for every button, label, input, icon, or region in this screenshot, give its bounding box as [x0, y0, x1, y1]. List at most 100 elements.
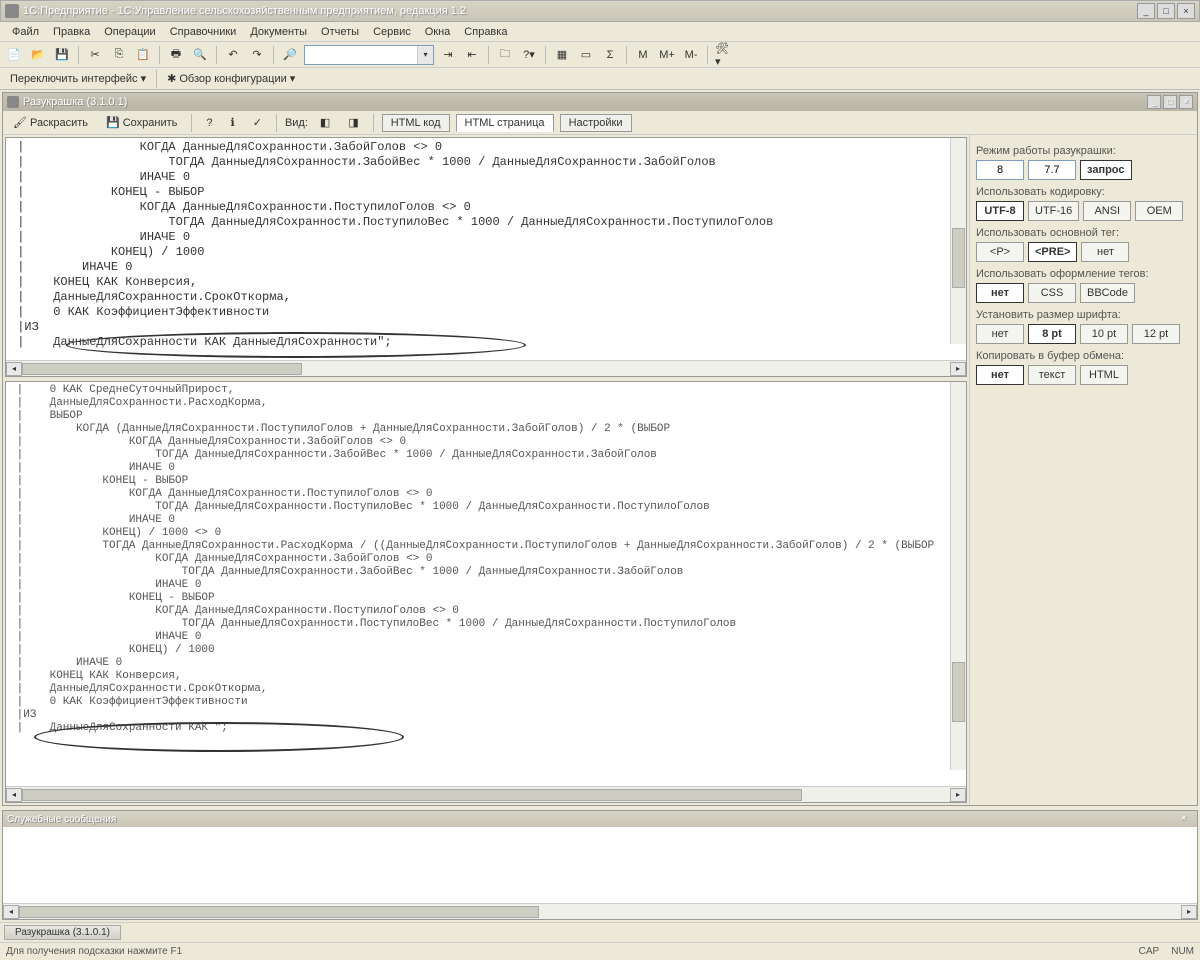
tagfmt-css[interactable]: CSS	[1028, 283, 1076, 303]
colorize-button[interactable]: 🖌 Раскрасить	[7, 114, 94, 131]
menu-reports[interactable]: Отчеты	[315, 24, 365, 40]
status-hint: Для получения подсказки нажмите F1	[6, 946, 182, 957]
find-icon[interactable]: 🔎	[280, 45, 300, 65]
mem-m[interactable]: М	[633, 45, 653, 65]
mode-label: Режим работы разукрашки:	[976, 145, 1191, 157]
hscroll-top[interactable]: ◂ ▸	[6, 360, 966, 376]
menu-operations[interactable]: Операции	[98, 24, 161, 40]
find-prev-icon[interactable]: ⇤	[462, 45, 482, 65]
maximize-button[interactable]: □	[1157, 3, 1175, 19]
font-label: Установить размер шрифта:	[976, 309, 1191, 321]
font-12pt[interactable]: 12 pt	[1132, 324, 1180, 344]
tagfmt-label: Использовать оформление тегов:	[976, 268, 1191, 280]
print-icon[interactable]: 🖶	[166, 45, 186, 65]
config-overview-button[interactable]: ✱ Обзор конфигурации ▾	[163, 70, 299, 87]
settings-panel: Режим работы разукрашки: запрос Использо…	[969, 135, 1197, 805]
app-icon	[5, 4, 19, 18]
search-combo[interactable]: ▾	[304, 45, 434, 65]
vscroll-bottom[interactable]	[950, 382, 966, 770]
tab-settings[interactable]: Настройки	[560, 114, 632, 132]
mem-mminus[interactable]: М-	[681, 45, 701, 65]
enc-ansi[interactable]: ANSI	[1083, 201, 1131, 221]
encoding-label: Использовать кодировку:	[976, 186, 1191, 198]
menu-edit[interactable]: Правка	[47, 24, 96, 40]
save-icon[interactable]: 💾	[52, 45, 72, 65]
interface-toolbar: Переключить интерфейс ▾ ✱ Обзор конфигур…	[0, 68, 1200, 90]
code-pane-bottom[interactable]: | 0 КАК СреднеСуточныйПрирост, | ДанныеД…	[5, 381, 967, 803]
tag-pre[interactable]: <PRE>	[1028, 242, 1077, 262]
close-button[interactable]: ×	[1177, 3, 1195, 19]
messages-close[interactable]: ×	[1181, 813, 1193, 825]
sigma-icon[interactable]: Σ	[600, 45, 620, 65]
open-icon[interactable]: 📂	[28, 45, 48, 65]
code-bottom-text: | 0 КАК СреднеСуточныйПрирост, | ДанныеД…	[6, 382, 966, 737]
mode-input1[interactable]	[976, 160, 1024, 180]
new-doc-icon[interactable]: 📄	[4, 45, 24, 65]
clip-none[interactable]: нет	[976, 365, 1024, 385]
messages-hscroll[interactable]: ◂ ▸	[3, 903, 1197, 919]
tagfmt-none[interactable]: нет	[976, 283, 1024, 303]
child-titlebar: Разукрашка (3.1.0.1) _ □ ×	[3, 93, 1197, 111]
tag-none[interactable]: нет	[1081, 242, 1129, 262]
status-bar: Для получения подсказки нажмите F1 CAP N…	[0, 942, 1200, 960]
menu-windows[interactable]: Окна	[419, 24, 457, 40]
redo-icon[interactable]: ↷	[247, 45, 267, 65]
child-icon	[7, 96, 19, 108]
save-button[interactable]: 💾 Сохранить	[100, 114, 183, 131]
menu-file[interactable]: Файл	[6, 24, 45, 40]
messages-body[interactable]	[3, 827, 1197, 903]
hscroll-bottom[interactable]: ◂ ▸	[6, 786, 966, 802]
paste-icon[interactable]: 📋	[133, 45, 153, 65]
child-maximize[interactable]: □	[1163, 95, 1177, 109]
child-title: Разукрашка (3.1.0.1)	[23, 96, 127, 108]
check-button[interactable]: ✓	[247, 114, 268, 131]
minimize-button[interactable]: _	[1137, 3, 1155, 19]
folder-icon[interactable]: 🗀	[495, 45, 515, 65]
status-cap: CAP	[1139, 946, 1160, 957]
font-8pt[interactable]: 8 pt	[1028, 324, 1076, 344]
cut-icon[interactable]: ✂	[85, 45, 105, 65]
app-title: 1С:Предприятие - 1С:Управление сельскохо…	[23, 5, 1137, 17]
clip-text[interactable]: текст	[1028, 365, 1076, 385]
switch-interface-dropdown[interactable]: Переключить интерфейс ▾	[6, 70, 150, 87]
menu-directories[interactable]: Справочники	[164, 24, 243, 40]
messages-title: Служебные сообщения	[7, 814, 116, 825]
messages-panel: Служебные сообщения × ◂ ▸	[2, 810, 1198, 920]
preview-icon[interactable]: 🔍	[190, 45, 210, 65]
select-icon[interactable]: ▭	[576, 45, 596, 65]
menu-service[interactable]: Сервис	[367, 24, 417, 40]
help-dropdown-icon[interactable]: ?▾	[519, 45, 539, 65]
font-none[interactable]: нет	[976, 324, 1024, 344]
child-close[interactable]: ×	[1179, 95, 1193, 109]
find-next-icon[interactable]: ⇥	[438, 45, 458, 65]
grid-icon[interactable]: ▦	[552, 45, 572, 65]
tagfmt-bbcode[interactable]: BBCode	[1080, 283, 1135, 303]
task-item[interactable]: Разукрашка (3.1.0.1)	[4, 925, 121, 940]
enc-oem[interactable]: OEM	[1135, 201, 1183, 221]
child-minimize[interactable]: _	[1147, 95, 1161, 109]
help-button[interactable]: ?	[200, 115, 218, 131]
menu-help[interactable]: Справка	[458, 24, 513, 40]
undo-icon[interactable]: ↶	[223, 45, 243, 65]
tab-html-page[interactable]: HTML страница	[456, 114, 554, 132]
enc-utf16[interactable]: UTF-16	[1028, 201, 1079, 221]
window-taskbar: Разукрашка (3.1.0.1)	[0, 922, 1200, 942]
mode-input2[interactable]	[1028, 160, 1076, 180]
status-num: NUM	[1171, 946, 1194, 957]
menu-documents[interactable]: Документы	[244, 24, 313, 40]
tab-html-code[interactable]: HTML код	[382, 114, 450, 132]
info-button[interactable]: ℹ	[225, 114, 241, 131]
font-10pt[interactable]: 10 pt	[1080, 324, 1128, 344]
view-tool1[interactable]: ◧	[314, 114, 336, 131]
vscroll-top[interactable]	[950, 138, 966, 344]
mem-mplus[interactable]: М+	[657, 45, 677, 65]
tools-dropdown-icon[interactable]: 🛠▾	[714, 45, 734, 65]
code-pane-top[interactable]: | КОГДА ДанныеДляСохранности.ЗабойГолов …	[5, 137, 967, 377]
copy-icon[interactable]: ⎘	[109, 45, 129, 65]
enc-utf8[interactable]: UTF-8	[976, 201, 1024, 221]
view-tool2[interactable]: ◨	[342, 114, 364, 131]
clip-html[interactable]: HTML	[1080, 365, 1128, 385]
app-titlebar: 1С:Предприятие - 1С:Управление сельскохо…	[0, 0, 1200, 22]
mode-query-button[interactable]: запрос	[1080, 160, 1132, 180]
tag-p[interactable]: <P>	[976, 242, 1024, 262]
